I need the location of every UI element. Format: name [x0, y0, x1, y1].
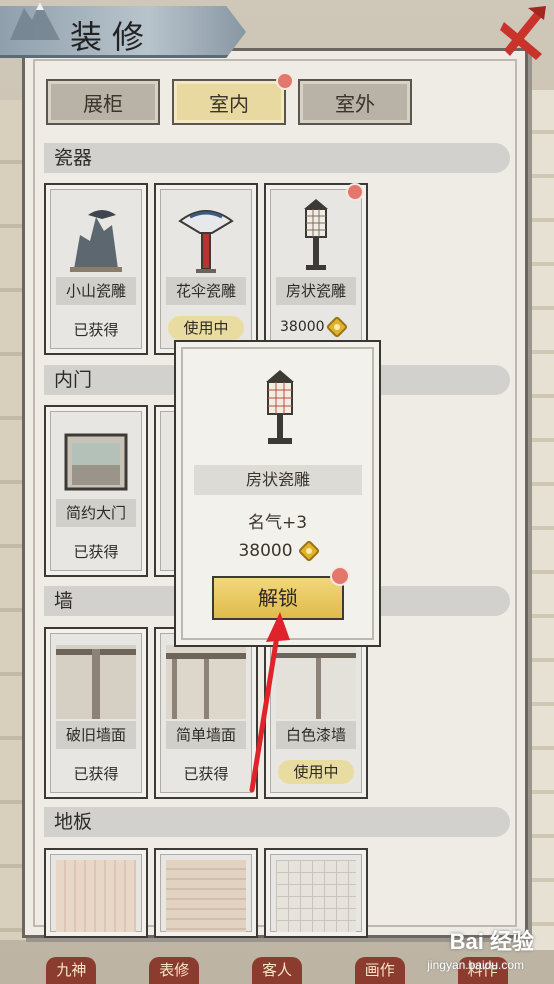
- item-card[interactable]: 房状瓷雕 38000: [264, 183, 368, 355]
- floor-texture: [276, 860, 356, 932]
- popup-fame: 名气+3: [247, 513, 308, 533]
- item-card[interactable]: 小山瓷雕 已获得: [44, 183, 148, 355]
- item-card[interactable]: [264, 848, 368, 938]
- item-name: 花伞瓷雕: [166, 277, 246, 305]
- notification-dot: [346, 183, 364, 201]
- watermark-url: jingyan.baidu.com: [427, 958, 524, 972]
- page-title: 装修: [70, 18, 155, 56]
- price-value: 38000: [280, 319, 325, 335]
- bottom-nav-item[interactable]: 表修: [149, 957, 200, 984]
- tab-indoor[interactable]: 室内: [172, 79, 286, 125]
- tab-label: 展柜: [83, 91, 123, 116]
- section-header-floor: 地板: [44, 807, 510, 837]
- section-header-porcelain: 瓷器: [44, 143, 510, 173]
- floor-texture: [56, 860, 136, 932]
- item-status: 使用中: [168, 316, 244, 340]
- item-card[interactable]: 简约大门 已获得: [44, 405, 148, 577]
- tab-label: 室内: [209, 91, 249, 116]
- coin-icon: [325, 315, 348, 339]
- notification-dot: [276, 72, 294, 90]
- rock-sculpture-icon: [70, 210, 122, 272]
- popup-item-name: 房状瓷雕: [194, 465, 362, 495]
- tab-label: 室外: [335, 91, 375, 116]
- item-name: 破旧墙面: [56, 721, 136, 749]
- item-name: 简约大门: [56, 499, 136, 527]
- tab-outdoor[interactable]: 室外: [298, 79, 412, 125]
- tab-showcase[interactable]: 展柜: [46, 79, 160, 125]
- floor-texture: [166, 860, 246, 932]
- coin-icon: [297, 539, 320, 563]
- item-name: 小山瓷雕: [56, 277, 136, 305]
- popup-price: 38000: [176, 539, 379, 563]
- bottom-nav-item[interactable]: 画作: [354, 957, 405, 984]
- item-card[interactable]: [44, 848, 148, 938]
- item-status: 已获得: [73, 543, 119, 561]
- annotation-arrow: [249, 612, 290, 793]
- item-card[interactable]: [154, 848, 258, 938]
- item-price: 38000: [280, 315, 348, 339]
- gate-icon: [64, 433, 128, 491]
- fan-sculpture-icon: [178, 210, 234, 273]
- item-status: 已获得: [73, 321, 119, 339]
- wall-icon: [56, 645, 136, 719]
- notification-dot: [330, 566, 350, 586]
- close-icon[interactable]: [498, 4, 548, 64]
- bottom-nav-item[interactable]: 客人: [251, 957, 302, 984]
- mountain-icon: [10, 2, 60, 40]
- item-status: 已获得: [73, 765, 119, 783]
- price-value: 38000: [238, 541, 293, 561]
- watermark: Bai 经验: [449, 929, 534, 954]
- lantern-sculpture-icon: [266, 370, 294, 444]
- item-name: 房状瓷雕: [276, 277, 356, 305]
- item-card[interactable]: 破旧墙面 已获得: [44, 627, 148, 799]
- item-card[interactable]: 花伞瓷雕 使用中: [154, 183, 258, 355]
- lantern-sculpture-icon: [304, 199, 328, 270]
- bottom-nav-item[interactable]: 九神: [46, 957, 97, 984]
- background-right-shelf: [524, 90, 554, 950]
